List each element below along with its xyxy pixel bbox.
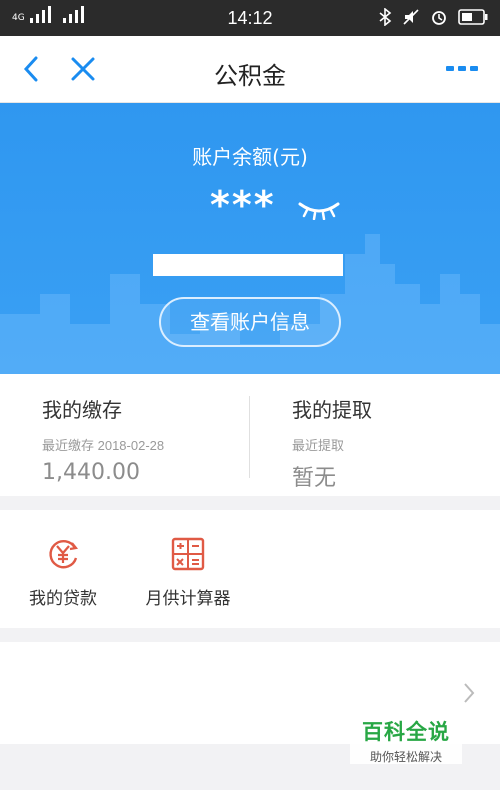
withdraw-value: 暂无 [292,466,337,491]
calculator-icon [171,537,205,571]
tool-label: 月供计算器 [145,589,231,609]
watermark-title: 百科全说 [362,720,450,744]
account-hero: 账户余额(元) *** 查看账户信息 [0,103,500,374]
balance-label: 账户余额(元) [192,145,308,169]
tool-my-loan[interactable]: 我的贷款 [26,536,100,609]
page-title: 公积金 [214,62,286,90]
watermark-logo: 百科全说 助你轻松解决 [350,712,462,764]
chevron-right-icon [464,683,475,703]
more-dots-icon[interactable] [446,64,478,74]
stats-divider [249,396,250,478]
balance-value: *** [210,183,276,227]
battery-icon [458,9,488,25]
yen-loan-icon [49,540,79,569]
stats-section: 我的缴存 最近缴存 2018-02-28 1,440.00 我的提取 最近提取 … [0,374,500,496]
mute-icon [403,9,419,25]
eye-closed-icon[interactable] [298,200,340,220]
deposit-title: 我的缴存 [42,398,122,422]
deposit-subtitle: 最近缴存 2018-02-28 [42,438,165,453]
alarm-icon [432,11,446,25]
redacted-bar [153,254,343,276]
withdraw-subtitle: 最近提取 [292,438,345,453]
deposit-stat[interactable]: 我的缴存 最近缴存 2018-02-28 1,440.00 [42,394,164,485]
nav-bar: 公积金 [0,36,500,103]
tool-payment-calculator[interactable]: 月供计算器 [143,536,233,609]
tools-section: 我的贷款 月供计算器 [0,510,500,628]
deposit-value: 1,440.00 [42,460,140,485]
status-bar: 4G 14:12 [0,0,500,36]
tool-label: 我的贷款 [29,589,97,609]
withdraw-stat[interactable]: 我的提取 最近提取 暂无 [292,394,372,492]
view-account-info-button[interactable]: 查看账户信息 [159,297,341,347]
watermark-subtitle: 助你轻松解决 [369,750,442,764]
withdraw-title: 我的提取 [292,398,372,422]
bluetooth-icon [379,8,392,26]
